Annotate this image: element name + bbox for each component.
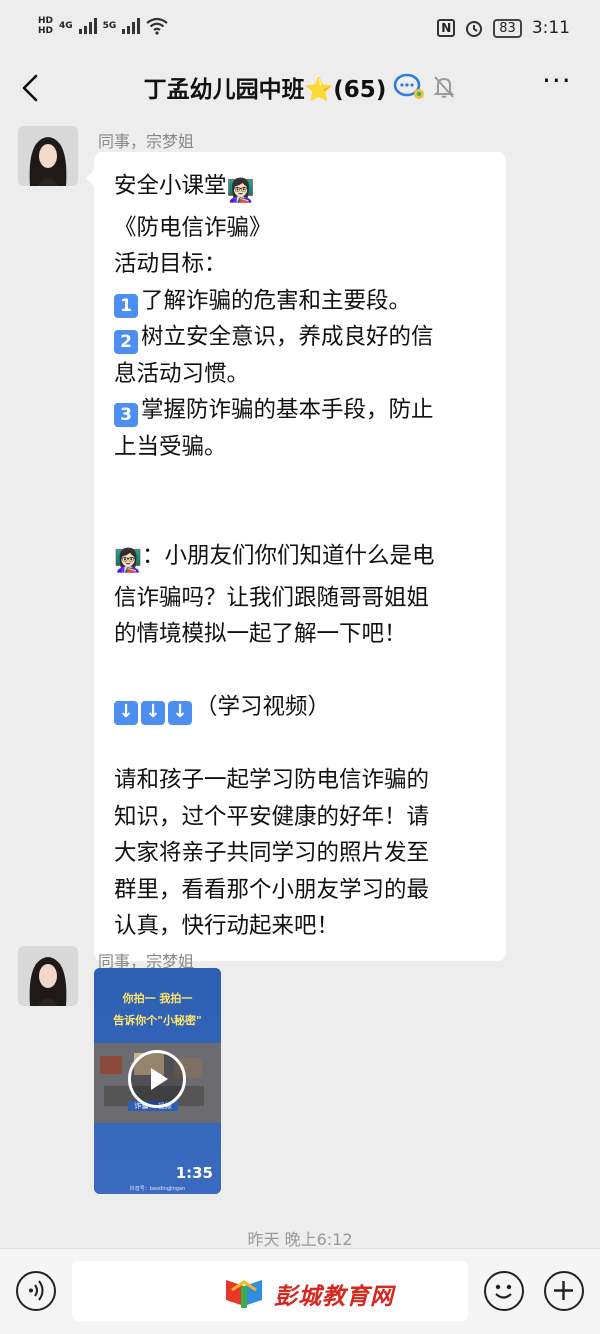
timestamp: 昨天 晚上6:12 xyxy=(247,1230,353,1249)
message-line: 息活动习惯。 xyxy=(114,356,486,393)
more-options-button[interactable]: ··· xyxy=(542,67,574,100)
message-line: 1 了解诈骗的危害和主要段。 xyxy=(114,283,486,320)
watermark-text: 彭城教育网 xyxy=(274,1284,394,1310)
teacher-emoji-icon: 👩🏻‍🏫 xyxy=(114,548,143,574)
plus-icon xyxy=(554,1281,573,1300)
sim1-label: HD xyxy=(38,16,54,26)
message-line: 大家将亲子共同学习的照片发至 xyxy=(114,835,486,872)
nfc-icon: N xyxy=(437,19,456,37)
down-arrow-icon: ↓ xyxy=(168,701,192,725)
message-text: 了解诈骗的危害和主要段。 xyxy=(141,287,412,314)
message-text: 信诈骗吗？让我们跟随哥哥姐姐 xyxy=(114,584,430,611)
video-watermark: 抖音号：baodingjingan xyxy=(129,1186,186,1192)
signal-indicators: HD HD 4G 5G xyxy=(38,16,169,36)
message-text: ：小朋友们你们知道什么是电 xyxy=(142,543,435,569)
message-text: 大家将亲子共同学习的照片发至 xyxy=(114,840,430,866)
avatar-photo xyxy=(18,126,78,186)
message-line: 《防电信诈骗》 xyxy=(114,210,486,247)
avatar[interactable] xyxy=(18,126,78,186)
signal-icon xyxy=(78,18,97,34)
message-item: 同事，宗梦姐 你拍一 我拍一 告诉你个"小秘密" 诈骗一 视频 1:35 抖音号… xyxy=(0,938,600,1208)
message-line: 活动目标： xyxy=(114,246,486,283)
chat-header: 丁孟幼儿园中班⭐(65) ··· xyxy=(0,58,600,118)
message-line: 群里，看看那个小朋友学习的最 xyxy=(114,872,486,909)
number-2-icon: 2 xyxy=(114,330,138,354)
message-text: 树立安全意识，养成良好的信 xyxy=(141,324,434,350)
message-line xyxy=(114,465,486,502)
message-text: （学习视频） xyxy=(195,694,331,720)
number-3-icon: 3 xyxy=(114,403,138,427)
alarm-icon xyxy=(466,21,483,37)
sim2-label: HD xyxy=(38,26,54,36)
message-text: 知识，过个平安健康的好年！请 xyxy=(114,803,430,830)
video-banner-line2: 告诉你个"小秘密" xyxy=(113,1014,202,1027)
message-text xyxy=(114,507,121,533)
more-icon: ··· xyxy=(542,64,572,97)
message-line: 上当受骗。 xyxy=(114,429,486,466)
message-text xyxy=(114,731,121,757)
message-line xyxy=(114,653,486,690)
down-arrow-icon: ↓ xyxy=(114,701,138,725)
message-line: 知识，过个平安健康的好年！请 xyxy=(114,799,486,836)
battery-indicator: 83 xyxy=(493,18,522,38)
message-text: 认真，快行动起来吧！ xyxy=(114,913,340,939)
message-text xyxy=(114,658,121,684)
network1-label: 4G xyxy=(59,21,73,31)
chat-title-area: 丁孟幼儿园中班⭐(65) xyxy=(0,70,600,104)
chat-title: 丁孟幼儿园中班⭐(65) xyxy=(143,77,387,103)
message-text xyxy=(114,470,121,496)
message-text: 的情境模拟一起了解一下吧！ xyxy=(114,621,407,647)
video-message[interactable]: 你拍一 我拍一 告诉你个"小秘密" 诈骗一 视频 1:35 抖音号：baodin… xyxy=(94,968,221,1194)
video-duration: 1:35 xyxy=(175,1164,213,1182)
down-arrow-icon: ↓ xyxy=(141,701,165,725)
play-icon xyxy=(151,1068,168,1090)
text-message-bubble[interactable]: 安全小课堂👩🏻‍🏫 《防电信诈骗》 活动目标： 1 了解诈骗的危害和主要段。 2 树立安全意… xyxy=(86,152,506,961)
message-line: 信诈骗吗？让我们跟随哥哥姐姐 xyxy=(114,580,486,617)
play-button[interactable] xyxy=(128,1050,186,1108)
message-text: 《防电信诈骗》 xyxy=(114,214,272,241)
message-text: 上当受骗。 xyxy=(114,433,227,460)
system-indicators: N 83 3:11 xyxy=(437,18,570,38)
message-line xyxy=(114,502,486,539)
message-line: 👩🏻‍🏫：小朋友们你们知道什么是电 xyxy=(114,538,486,580)
mute-bell-icon xyxy=(433,76,455,98)
avatar-photo xyxy=(18,946,78,1006)
emoji-icon xyxy=(495,1284,512,1299)
message-text: 群里，看看那个小朋友学习的最 xyxy=(114,876,430,903)
site-watermark: 彭城教育网 xyxy=(222,1276,394,1312)
message-text: 安全小课堂 xyxy=(114,173,227,199)
signal-icon xyxy=(122,18,141,34)
group-chat-icon xyxy=(394,73,425,99)
sender-name: 同事，宗梦姐 xyxy=(98,132,195,151)
message-text: 息活动习惯。 xyxy=(114,360,250,387)
emoji-button[interactable] xyxy=(484,1271,524,1311)
wifi-icon xyxy=(146,17,169,35)
message-text: 掌握防诈骗的基本手段，防止 xyxy=(141,397,434,423)
video-banner-line1: 你拍一 我拍一 xyxy=(122,992,193,1005)
status-bar: HD HD 4G 5G N 83 3:11 xyxy=(0,0,600,58)
message-item: 同事，宗梦姐 安全小课堂👩🏻‍🏫 《防电信诈骗》 活动目标： 1 了解诈骗的危害和主要段… xyxy=(0,118,600,961)
number-1-icon: 1 xyxy=(114,293,138,318)
message-list[interactable]: 同事，宗梦姐 安全小课堂👩🏻‍🏫 《防电信诈骗》 活动目标： 1 了解诈骗的危害和主要段… xyxy=(0,118,600,1249)
message-line: 安全小课堂👩🏻‍🏫 xyxy=(114,168,486,210)
voice-input-button[interactable] xyxy=(16,1271,56,1311)
avatar[interactable] xyxy=(18,946,78,1006)
more-functions-button[interactable] xyxy=(544,1271,584,1311)
clock: 3:11 xyxy=(531,18,570,38)
message-line: 的情境模拟一起了解一下吧！ xyxy=(114,616,486,653)
message-line: 请和孩子一起学习防电信诈骗的 xyxy=(114,762,486,799)
message-text: 请和孩子一起学习防电信诈骗的 xyxy=(114,767,430,793)
message-line: ↓ ↓ ↓ （学习视频） xyxy=(114,689,486,726)
voice-icon xyxy=(29,1280,44,1301)
message-line: 3 掌握防诈骗的基本手段，防止 xyxy=(114,392,486,429)
message-line: 2 树立安全意识，养成良好的信 xyxy=(114,319,486,356)
network2-label: 5G xyxy=(102,21,117,31)
message-line xyxy=(114,726,486,763)
teacher-emoji-icon: 👩🏻‍🏫 xyxy=(226,178,255,204)
book-logo-icon xyxy=(226,1280,262,1308)
message-text: 活动目标： xyxy=(114,251,227,277)
